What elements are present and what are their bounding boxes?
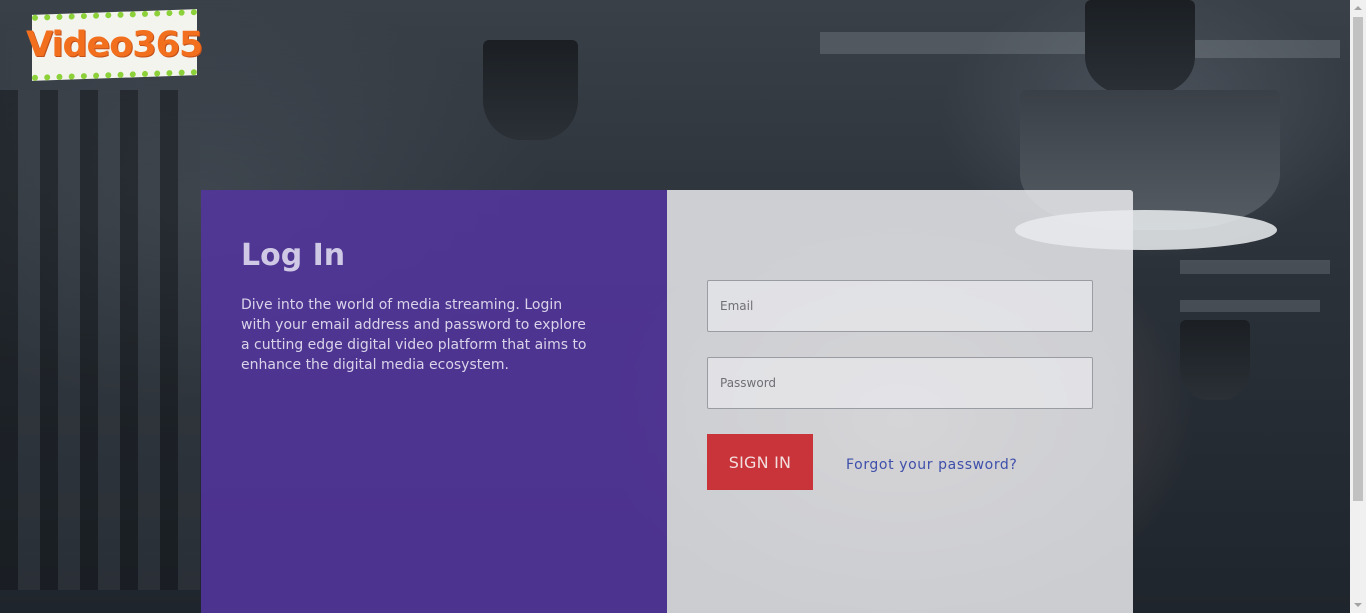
background-lamp	[1180, 320, 1250, 400]
login-form-panel: SIGN IN Forgot your password?	[667, 190, 1133, 613]
background-lamp	[483, 40, 578, 140]
scroll-down-arrow-icon[interactable]	[1354, 603, 1362, 607]
sign-in-button[interactable]: SIGN IN	[707, 434, 813, 490]
login-description: Dive into the world of media streaming. …	[241, 297, 587, 373]
scrollbar-thumb[interactable]	[1353, 17, 1363, 501]
background-lamp	[1085, 0, 1195, 95]
vertical-scrollbar[interactable]	[1350, 0, 1366, 613]
background-window-stripes	[0, 90, 200, 590]
password-field[interactable]	[707, 357, 1093, 409]
email-field[interactable]	[707, 280, 1093, 332]
scroll-up-arrow-icon[interactable]	[1354, 6, 1362, 10]
login-info-panel: Log In Dive into the world of media stre…	[201, 190, 667, 613]
brand-logo[interactable]: Video365	[26, 9, 203, 81]
background-beam	[820, 32, 1100, 54]
forgot-password-link[interactable]: Forgot your password?	[846, 457, 1017, 473]
background-beam	[1180, 260, 1330, 274]
logo-text: Video365	[26, 25, 203, 65]
login-page: Video365 Log In Dive into the world of m…	[0, 0, 1366, 613]
login-title: Log In	[241, 238, 346, 273]
background-beam	[1180, 300, 1320, 312]
